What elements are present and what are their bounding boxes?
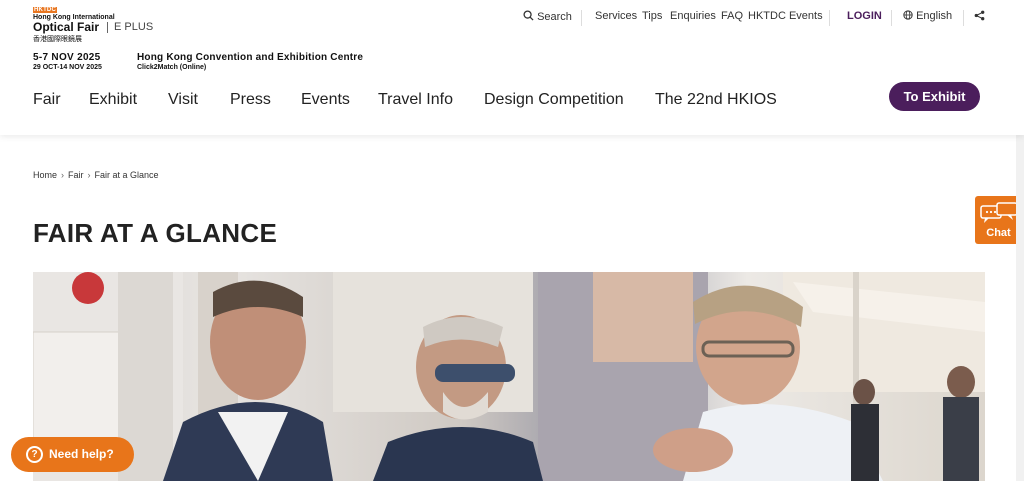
nav-hkios[interactable]: The 22nd HKIOS [655, 91, 777, 109]
hero-image [33, 272, 985, 481]
chat-icon [979, 202, 1018, 223]
login-link[interactable]: LOGIN [847, 10, 882, 22]
tips-link[interactable]: Tips [642, 10, 662, 22]
chevron-right-icon: › [61, 170, 65, 180]
language-label: English [916, 10, 953, 22]
nav-events[interactable]: Events [301, 91, 350, 109]
share-button[interactable] [974, 10, 985, 24]
divider [581, 10, 582, 26]
search-link[interactable]: Search [523, 10, 572, 23]
online-dates: 29 OCT-14 NOV 2025 [33, 64, 102, 71]
nav-exhibit[interactable]: Exhibit [89, 91, 137, 109]
breadcrumb-home[interactable]: Home [33, 170, 57, 180]
question-icon: ? [26, 446, 43, 463]
nav-visit[interactable]: Visit [168, 91, 198, 109]
utility-nav: Search Services Tips Enquiries FAQ HKTDC… [0, 10, 1024, 26]
faq-link[interactable]: FAQ [721, 10, 743, 22]
event-venue: Hong Kong Convention and Exhibition Cent… [137, 52, 363, 71]
divider [891, 10, 892, 26]
enquiries-link[interactable]: Enquiries [670, 10, 716, 22]
need-help-label: Need help? [49, 447, 114, 461]
page-title: FAIR AT A GLANCE [33, 218, 278, 248]
nav-design-competition[interactable]: Design Competition [484, 91, 624, 109]
hktdc-events-link[interactable]: HKTDC Events [748, 10, 823, 22]
nav-travel-info[interactable]: Travel Info [378, 91, 453, 109]
language-selector[interactable]: English [903, 10, 952, 22]
physical-venue: Hong Kong Convention and Exhibition Cent… [137, 52, 364, 63]
services-link[interactable]: Services [595, 10, 637, 22]
site-header: HKTDC Hong Kong International Optical Fa… [0, 0, 1024, 135]
nav-press[interactable]: Press [230, 91, 271, 109]
online-venue: Click2Match (Online) [137, 64, 207, 71]
need-help-button[interactable]: ? Need help? [11, 437, 134, 472]
breadcrumb-current: Fair at a Glance [94, 170, 159, 180]
chevron-right-icon: › [87, 170, 91, 180]
divider [963, 10, 964, 26]
event-dates: 5-7 NOV 2025 29 OCT-14 NOV 2025 [33, 52, 102, 71]
chat-label: Chat [986, 227, 1011, 239]
share-icon [974, 10, 985, 21]
breadcrumb: Home › Fair › Fair at a Glance [33, 170, 159, 180]
breadcrumb-fair[interactable]: Fair [68, 170, 84, 180]
hero-photo [33, 272, 985, 481]
logo-chinese: 香港國際眼鏡展 [33, 36, 82, 43]
to-exhibit-button[interactable]: To Exhibit [889, 82, 980, 111]
search-label: Search [537, 11, 572, 23]
divider [829, 10, 830, 26]
physical-dates: 5-7 NOV 2025 [33, 52, 101, 63]
globe-icon [903, 10, 913, 20]
chat-button[interactable]: Chat [975, 196, 1022, 244]
nav-fair[interactable]: Fair [33, 91, 61, 109]
search-icon [523, 10, 534, 21]
